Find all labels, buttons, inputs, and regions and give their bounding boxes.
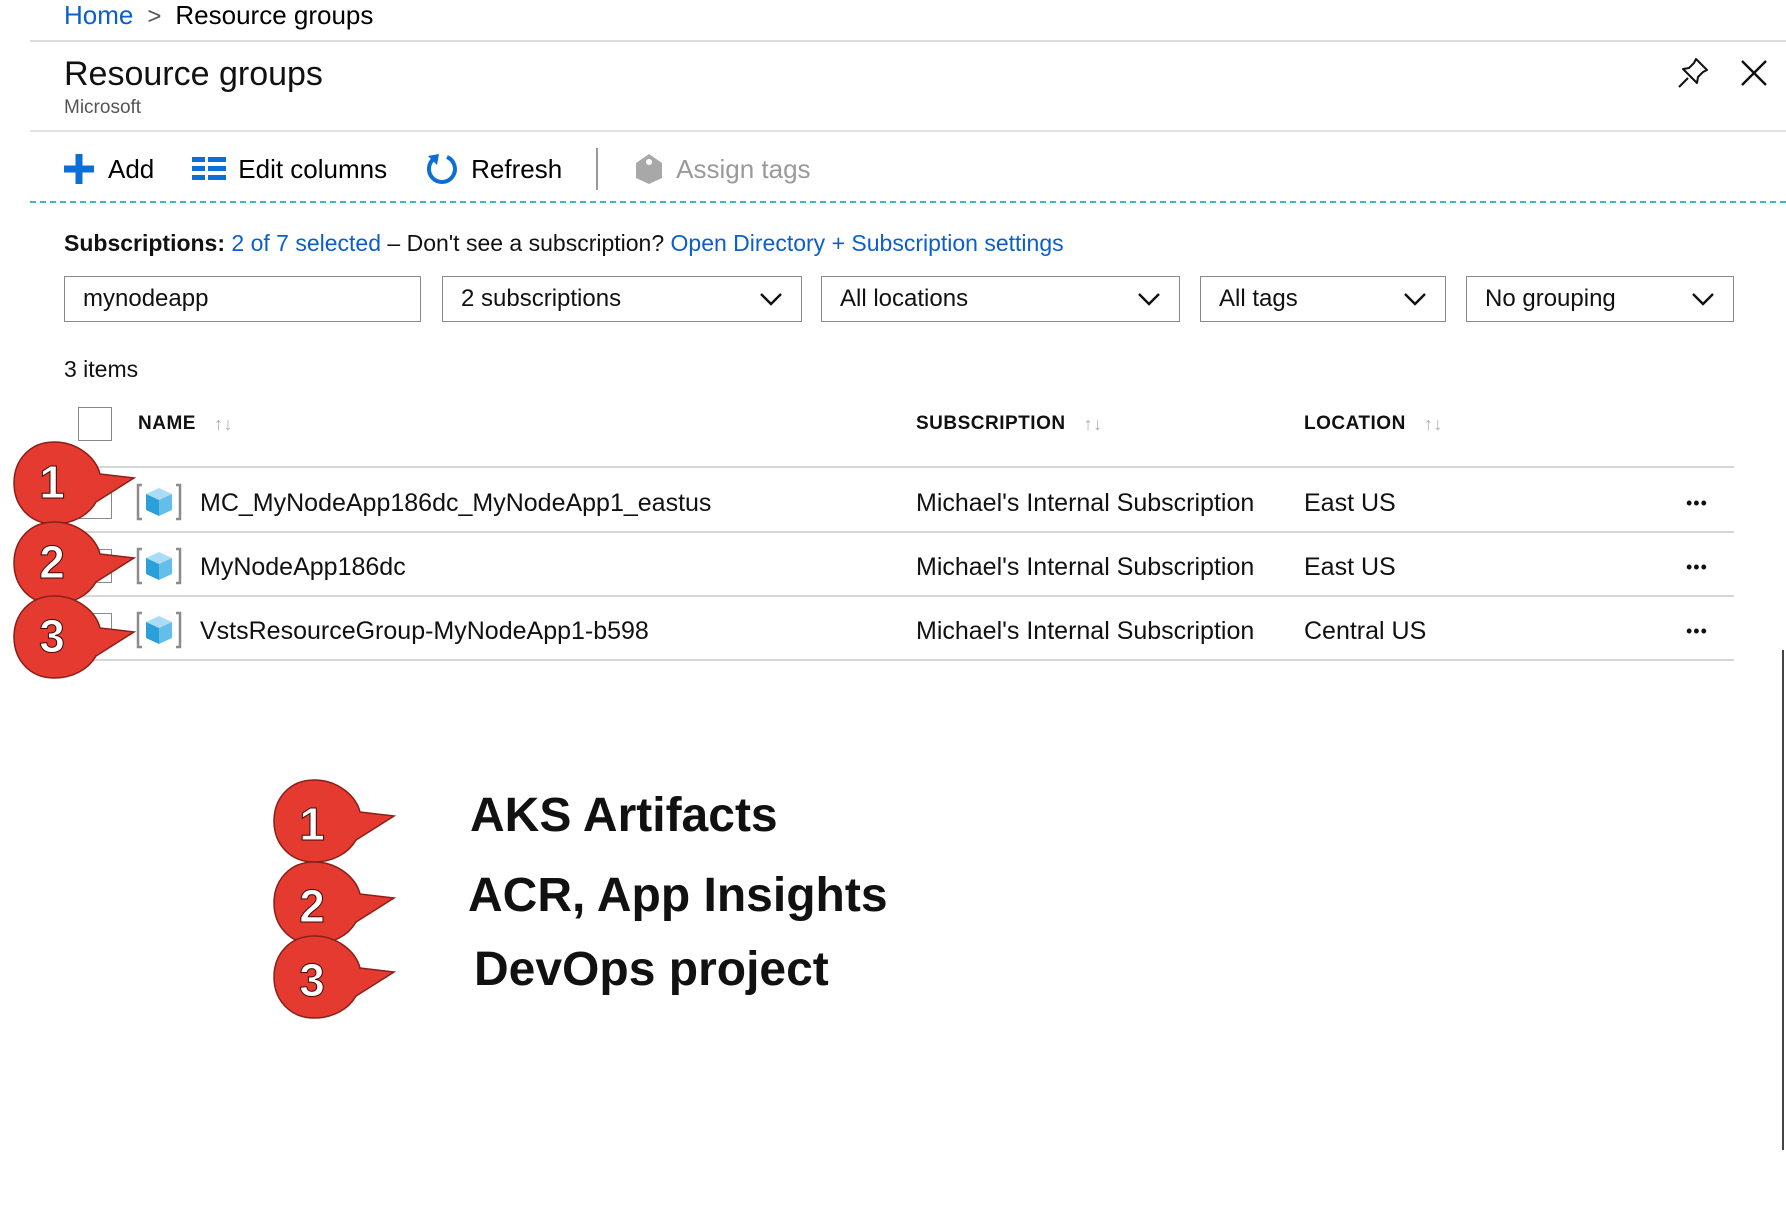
items-count: 3 items — [64, 356, 139, 382]
resource-group-icon — [136, 610, 182, 650]
subscriptions-selected-link[interactable]: 2 of 7 selected — [231, 230, 381, 256]
legend-label: ACR, App Insights — [468, 869, 888, 922]
row-divider — [64, 659, 1734, 661]
tag-icon — [636, 154, 663, 184]
callout-number: 2 — [39, 536, 65, 588]
sort-icon: ↑↓ — [213, 413, 233, 434]
column-header-subscription[interactable]: SUBSCRIPTION ↑↓ — [916, 413, 1103, 435]
refresh-label: Refresh — [471, 153, 563, 184]
resource-group-icon — [136, 546, 182, 586]
breadcrumb: Home > Resource groups — [64, 0, 373, 30]
legend-label: DevOps project — [474, 943, 829, 996]
column-header-name-label: NAME — [138, 413, 196, 434]
refresh-icon — [427, 154, 458, 184]
add-button-label: Add — [108, 153, 155, 184]
chevron-down-icon — [1404, 293, 1426, 306]
callout-marker-3: 3 — [8, 590, 137, 686]
row-divider — [64, 531, 1734, 533]
command-bar: Add Edit columns Refresh Assign tags — [62, 148, 811, 190]
resource-group-link[interactable]: VstsResourceGroup-MyNodeApp1-b598 — [200, 615, 649, 647]
location-cell: East US — [1304, 489, 1396, 517]
open-directory-link[interactable]: Open Directory + Subscription settings — [671, 230, 1064, 256]
columns-icon — [192, 157, 227, 180]
column-header-name[interactable]: NAME ↑↓ — [138, 413, 233, 435]
divider — [30, 40, 1786, 42]
locations-dropdown[interactable]: All locations — [821, 276, 1180, 322]
pin-icon[interactable] — [1676, 56, 1710, 90]
refresh-button[interactable]: Refresh — [425, 152, 562, 186]
column-header-location-label: LOCATION — [1304, 413, 1406, 434]
tags-dropdown-value: All tags — [1219, 285, 1298, 312]
row-divider — [64, 595, 1734, 597]
column-header-location[interactable]: LOCATION ↑↓ — [1304, 413, 1443, 435]
toolbar-divider — [30, 201, 1786, 203]
subscriptions-bar: Subscriptions: 2 of 7 selected – Don't s… — [64, 228, 1064, 258]
chevron-down-icon — [1692, 293, 1714, 306]
column-header-subscription-label: SUBSCRIPTION — [916, 413, 1066, 434]
locations-dropdown-value: All locations — [840, 285, 969, 312]
page-subtitle: Microsoft — [64, 97, 142, 118]
chevron-down-icon — [760, 293, 782, 306]
chevron-down-icon — [1138, 293, 1160, 306]
sort-icon: ↑↓ — [1083, 413, 1103, 434]
subscription-cell: Michael's Internal Subscription — [916, 617, 1255, 645]
legend-number: 1 — [299, 798, 325, 850]
subscription-cell: Michael's Internal Subscription — [916, 489, 1255, 517]
callout-number: 1 — [39, 456, 65, 508]
legend-marker-3: 3 — [268, 930, 397, 1026]
legend-label: AKS Artifacts — [470, 789, 778, 842]
resource-group-link[interactable]: MyNodeApp186dc — [200, 551, 406, 583]
subscriptions-dropdown-value: 2 subscriptions — [461, 285, 622, 312]
more-icon[interactable]: ••• — [1686, 551, 1726, 577]
breadcrumb-current: Resource groups — [175, 0, 374, 30]
assign-tags-button[interactable]: Assign tags — [634, 153, 811, 185]
more-icon[interactable]: ••• — [1686, 487, 1726, 513]
subscriptions-label: Subscriptions: — [64, 230, 226, 256]
assign-tags-label: Assign tags — [676, 153, 811, 184]
divider — [30, 130, 1786, 132]
subscriptions-dropdown[interactable]: 2 subscriptions — [442, 276, 802, 322]
window-edge — [1782, 650, 1784, 1150]
resource-group-link[interactable]: MC_MyNodeApp186dc_MyNodeApp1_eastus — [200, 487, 711, 519]
tags-dropdown[interactable]: All tags — [1200, 276, 1446, 322]
page-title: Resource groups — [64, 55, 323, 93]
legend-number: 2 — [299, 880, 325, 932]
breadcrumb-home-link[interactable]: Home — [64, 0, 133, 30]
search-input[interactable] — [83, 285, 402, 313]
callout-number: 3 — [39, 610, 65, 662]
edit-columns-label: Edit columns — [238, 153, 388, 184]
subscription-cell: Michael's Internal Subscription — [916, 553, 1255, 581]
plus-icon — [64, 154, 94, 184]
grouping-dropdown[interactable]: No grouping — [1466, 276, 1734, 322]
search-field[interactable] — [64, 276, 421, 322]
resource-group-icon — [136, 482, 182, 522]
location-cell: East US — [1304, 553, 1396, 581]
edit-columns-button[interactable]: Edit columns — [192, 154, 387, 185]
toolbar-separator — [596, 148, 599, 190]
sort-icon: ↑↓ — [1423, 413, 1443, 434]
location-cell: Central US — [1304, 617, 1427, 645]
breadcrumb-separator: > — [147, 3, 162, 30]
legend-number: 3 — [299, 954, 325, 1006]
more-icon[interactable]: ••• — [1686, 615, 1726, 641]
grouping-dropdown-value: No grouping — [1485, 285, 1616, 312]
subscriptions-hint: – Don't see a subscription? — [387, 230, 665, 256]
close-icon[interactable] — [1737, 56, 1771, 90]
add-button[interactable]: Add — [62, 152, 154, 186]
header-divider — [64, 466, 1734, 468]
